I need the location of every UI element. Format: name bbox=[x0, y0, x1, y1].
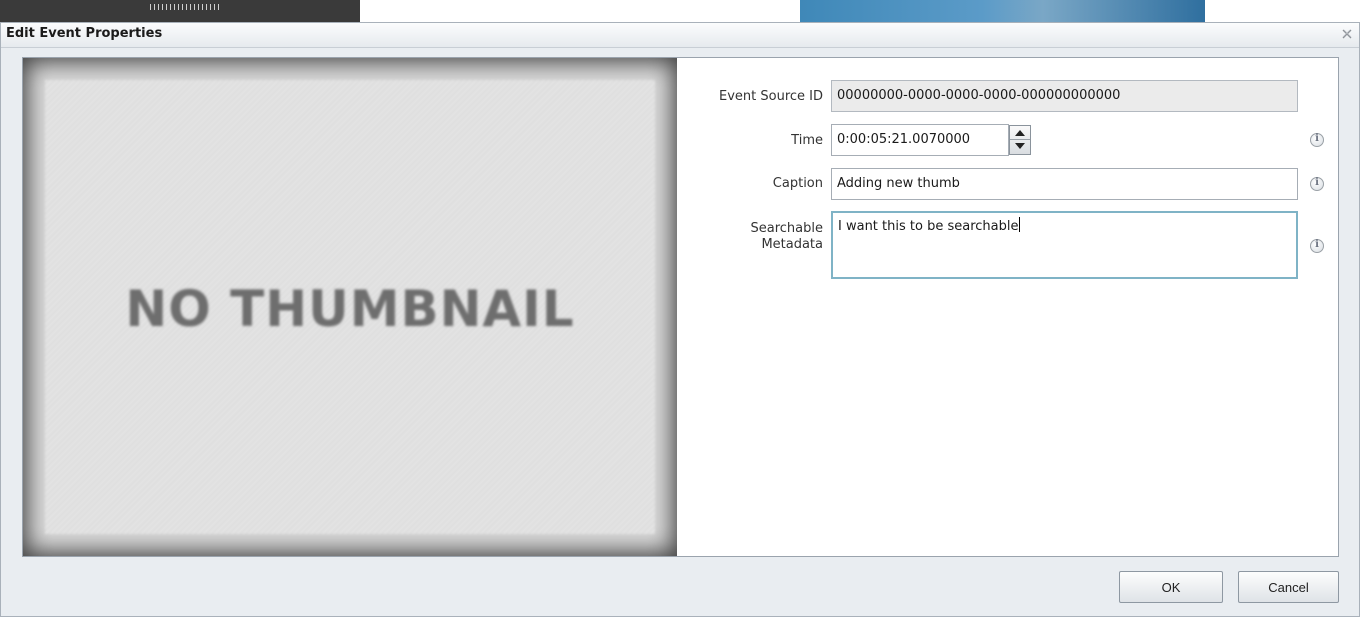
cancel-button[interactable]: Cancel bbox=[1238, 571, 1339, 603]
background-video-preview bbox=[800, 0, 1205, 22]
thumbnail-preview: NO THUMBNAIL bbox=[23, 58, 677, 556]
close-icon[interactable] bbox=[1341, 28, 1353, 40]
time-spinner[interactable] bbox=[1009, 125, 1031, 155]
dialog-titlebar: Edit Event Properties bbox=[1, 23, 1359, 48]
time-input[interactable]: 0:00:05:21.0070000 bbox=[831, 124, 1009, 156]
background-app-strip bbox=[0, 0, 1367, 22]
background-ruler bbox=[150, 4, 220, 10]
searchable-metadata-textarea[interactable]: I want this to be searchable bbox=[831, 211, 1298, 279]
event-source-id-label: Event Source ID bbox=[719, 89, 823, 104]
event-source-id-field: 00000000-0000-0000-0000-000000000000 bbox=[831, 80, 1298, 112]
ok-button[interactable]: OK bbox=[1119, 571, 1223, 603]
searchable-metadata-info-icon[interactable]: i bbox=[1310, 239, 1324, 253]
time-info-icon[interactable]: i bbox=[1310, 133, 1324, 147]
time-label: Time bbox=[791, 133, 823, 148]
searchable-metadata-text: I want this to be searchable bbox=[838, 219, 1019, 234]
text-caret bbox=[1019, 217, 1021, 232]
dialog-content: NO THUMBNAIL Event Source ID 00000000-00… bbox=[22, 57, 1339, 557]
spin-up-icon[interactable] bbox=[1010, 126, 1030, 140]
spin-down-icon[interactable] bbox=[1010, 140, 1030, 154]
caption-label: Caption bbox=[772, 176, 823, 191]
dialog-title: Edit Event Properties bbox=[6, 26, 163, 41]
searchable-metadata-label: Searchable Metadata bbox=[750, 221, 824, 252]
edit-event-properties-dialog: Edit Event Properties NO THUMBNAIL Event… bbox=[0, 22, 1360, 617]
no-thumbnail-text: NO THUMBNAIL bbox=[125, 280, 575, 338]
caption-input[interactable]: Adding new thumb bbox=[831, 168, 1298, 200]
caption-info-icon[interactable]: i bbox=[1310, 177, 1324, 191]
